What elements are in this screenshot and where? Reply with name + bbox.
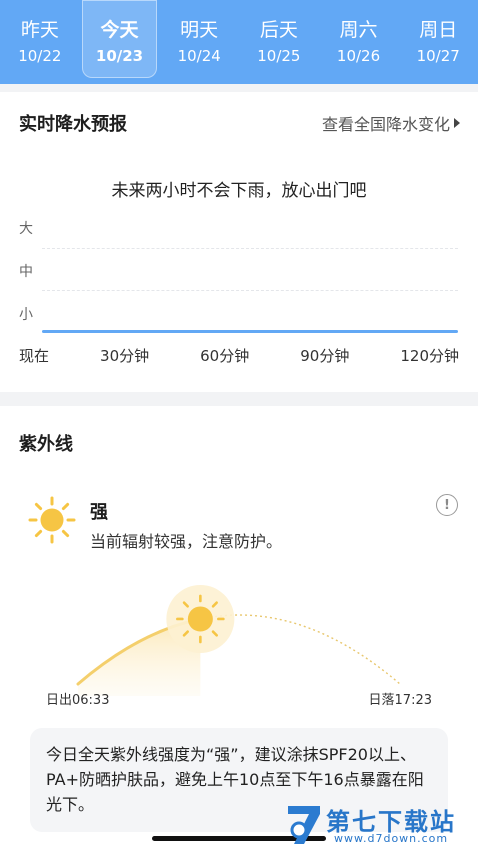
tab-saturday[interactable]: 周六 10/26: [319, 0, 399, 84]
precip-summary: 未来两小时不会下雨，放心出门吧: [111, 181, 367, 201]
tab-date: 10/22: [18, 46, 62, 65]
site-watermark: 第七下载站 www.d7down.com: [282, 800, 478, 850]
time-label: 60分钟: [200, 347, 250, 365]
precip-level-light: 小: [19, 307, 33, 323]
sun-icon: [28, 496, 76, 544]
tab-name: 后天: [259, 18, 298, 41]
caret-right-icon: [454, 118, 460, 128]
info-icon[interactable]: !: [436, 494, 458, 516]
uv-description: 当前辐射较强，注意防护。: [90, 532, 283, 551]
grid-line: [42, 248, 458, 249]
grid-line: [42, 290, 458, 291]
tab-date: 10/25: [257, 46, 301, 65]
tab-day-after-tomorrow[interactable]: 后天 10/25: [239, 0, 319, 84]
sun-path-chart: [76, 584, 401, 696]
national-precip-link[interactable]: 查看全国降水变化: [322, 111, 460, 135]
uv-level: 强: [90, 502, 108, 523]
national-precip-link-label: 查看全国降水变化: [321, 115, 450, 134]
precip-card: 实时降水预报 查看全国降水变化 未来两小时不会下雨，放心出门吧 大 中 小 现在…: [0, 92, 478, 392]
tab-name: 周六: [339, 18, 378, 41]
sunset-time: 日落17:23: [368, 693, 432, 708]
tab-date: 10/27: [416, 46, 460, 65]
sunrise-time: 日出06:33: [46, 693, 110, 708]
day-tabs: 昨天 10/22 今天 10/23 明天 10/24 后天 10/25 周六 1…: [0, 0, 478, 84]
time-label: 现在: [19, 347, 50, 365]
time-label: 30分钟: [100, 347, 150, 365]
tab-name: 明天: [180, 18, 219, 41]
tab-tomorrow[interactable]: 明天 10/24: [159, 0, 239, 84]
tab-name: 今天: [100, 18, 139, 41]
uv-card: 紫外线 强 当前辐射较强，注意防护。 ! 日出06:33 日落17:23 今日全…: [0, 406, 478, 850]
precip-level-heavy: 大: [19, 221, 33, 237]
precip-forecast-line: [42, 330, 458, 333]
time-label: 90分钟: [300, 347, 350, 365]
tab-name: 昨天: [20, 18, 59, 41]
time-label: 120分钟: [400, 347, 459, 365]
tab-today[interactable]: 今天 10/23: [80, 0, 160, 84]
tab-sunday[interactable]: 周日 10/27: [398, 0, 478, 84]
watermark-url: www.d7down.com: [334, 832, 449, 845]
tab-date: 10/23: [95, 46, 144, 65]
page: 昨天 10/22 今天 10/23 明天 10/24 后天 10/25 周六 1…: [0, 0, 478, 850]
tab-yesterday[interactable]: 昨天 10/22: [0, 0, 80, 84]
sun-path-elapsed-area: [78, 619, 201, 696]
precip-time-axis: 现在 30分钟 60分钟 90分钟 120分钟: [19, 345, 459, 366]
watermark-logo-icon: [288, 806, 320, 844]
tab-date: 10/26: [336, 46, 381, 65]
tab-name: 周日: [419, 18, 458, 41]
precip-level-moderate: 中: [19, 264, 33, 280]
tab-date: 10/24: [177, 46, 221, 65]
uv-title: 紫外线: [19, 434, 73, 455]
precip-title: 实时降水预报: [19, 114, 127, 135]
sun-position-marker: [166, 584, 235, 653]
